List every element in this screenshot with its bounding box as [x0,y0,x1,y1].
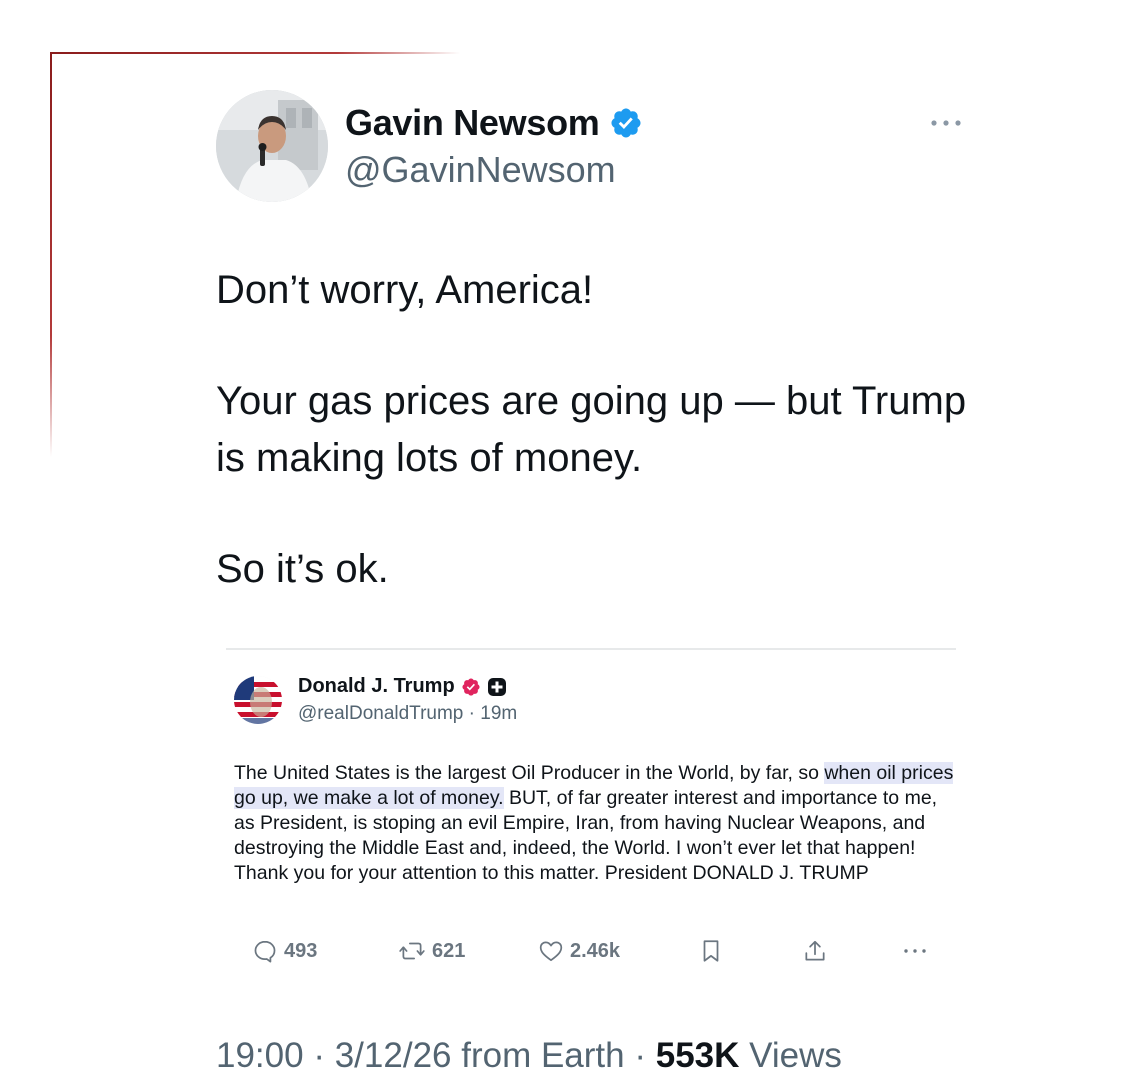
embedded-handle: @realDonaldTrump [298,703,464,724]
more-dots-icon [931,120,961,126]
share-icon [805,940,825,961]
reply-count: 493 [284,939,318,962]
repost-action: 621 [398,936,465,966]
heart-icon [539,941,563,962]
more-dots-icon [904,949,926,953]
bookmark-icon [703,940,719,962]
tweet-paragraph: Your gas prices are going up — but Trump… [216,379,967,480]
like-action: 2.46k [538,936,620,966]
meta-separator: · [634,1036,647,1075]
embedded-post-text: The United States is the largest Oil Pro… [234,761,954,886]
bookmark-action [700,936,722,966]
avatar-photo [216,90,328,202]
flag-avatar-image [234,676,282,724]
embedded-display-name: Donald J. Trump [298,675,455,697]
decorative-border-top [50,52,460,54]
tweet-text: Don’t worry, America! Your gas prices ar… [216,262,976,598]
post-date[interactable]: 3/12/26 [335,1036,452,1075]
attached-image-divider [226,648,956,650]
embedded-more-action [902,936,928,966]
post-time[interactable]: 19:00 [216,1036,304,1075]
tweet-page: Gavin Newsom @GavinNewsom Don’t worry, A… [0,0,1134,1089]
more-options-button[interactable] [928,108,964,138]
verified-badge-icon [611,108,642,138]
author-display-name[interactable]: Gavin Newsom [345,102,600,144]
embedded-separator: · [468,703,475,724]
author-avatar[interactable] [216,90,328,202]
tweet-paragraph: So it’s ok. [216,547,389,591]
repost-count: 621 [432,939,466,962]
tweet-meta: 19:00 · 3/12/26 from Earth · 553K Views [216,1036,842,1076]
author-handle[interactable]: @GavinNewsom [345,149,616,191]
verified-badge-icon [462,677,480,696]
embedded-author-avatar [234,676,282,724]
reply-action: 493 [252,936,317,966]
share-action [802,936,828,966]
meta-separator: · [313,1036,325,1075]
views-count[interactable]: 553K [656,1036,740,1075]
like-count: 2.46k [570,939,621,962]
reply-icon [254,940,276,963]
embedded-text-start: The United States is the largest Oil Pro… [234,762,825,784]
author-name[interactable]: Gavin Newsom [345,102,643,144]
embedded-time: 19m [480,703,518,724]
embedded-author-name: Donald J. Trump [298,675,507,698]
embedded-handle-row: @realDonaldTrump · 19m [298,703,517,725]
tweet-paragraph: Don’t worry, America! [216,268,594,312]
government-badge-icon [487,677,506,696]
post-source: from Earth [461,1036,625,1075]
repost-icon [399,942,425,960]
embedded-action-bar: 493 621 2.46k [252,936,932,966]
decorative-border-left [50,52,52,457]
views-label: Views [749,1036,842,1075]
